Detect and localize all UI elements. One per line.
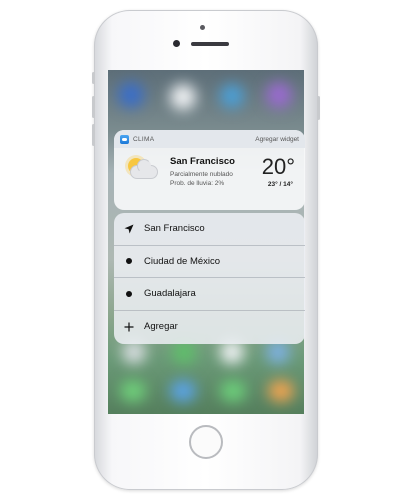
weather-summary: San Francisco Parcialmente nublado Prob.…: [114, 148, 305, 210]
current-temperature: 20°: [261, 154, 295, 179]
menu-item-ciudad-de-mexico[interactable]: Ciudad de México: [114, 246, 305, 278]
rain-probability: Prob. de lluvia: 2%: [170, 180, 225, 187]
location-arrow-icon: [114, 224, 144, 234]
quick-actions-menu: San Francisco Ciudad de México Guadalaja…: [114, 213, 305, 344]
add-widget-button[interactable]: Agregar widget: [255, 136, 299, 143]
front-camera: [173, 40, 180, 47]
menu-item-san-francisco[interactable]: San Francisco: [114, 213, 305, 246]
menu-item-label: Ciudad de México: [144, 255, 221, 267]
blurred-dock-icon: [170, 380, 196, 402]
cloud-icon: [130, 159, 158, 179]
widget-app-name: CLIMA: [133, 135, 155, 143]
volume-up-button: [92, 96, 95, 118]
weather-app-icon: [120, 134, 129, 144]
temperature-range: 23° / 14°: [267, 181, 293, 188]
menu-item-agregar[interactable]: Agregar: [114, 311, 305, 344]
mute-switch: [92, 72, 95, 84]
widget-app-title: CLIMA: [120, 134, 155, 144]
dot-icon: [114, 290, 144, 297]
blurred-dock-icon: [120, 380, 146, 402]
volume-down-button: [92, 124, 95, 146]
menu-item-label: Guadalajara: [144, 288, 196, 300]
weather-widget[interactable]: CLIMA Agregar widget San Francisco Parci…: [114, 130, 305, 210]
blurred-dock-icon: [220, 380, 246, 402]
home-button[interactable]: [189, 425, 223, 459]
proximity-sensor: [200, 25, 205, 30]
weather-condition: Parcialmente nublado: [170, 171, 233, 178]
weather-city: San Francisco: [170, 156, 235, 167]
dot-icon: [114, 258, 144, 265]
blurred-app-icon: [118, 82, 144, 108]
power-button: [317, 96, 320, 120]
blurred-app-icon: [266, 82, 292, 108]
menu-item-label: San Francisco: [144, 223, 205, 235]
earpiece-speaker: [191, 42, 229, 46]
weather-details: Parcialmente nublado Prob. de lluvia: 2%: [170, 170, 233, 188]
menu-item-label: Agregar: [144, 321, 178, 333]
widget-header: CLIMA Agregar widget: [114, 130, 305, 148]
blurred-dock-icon: [268, 380, 294, 402]
blurred-app-icon: [170, 84, 196, 110]
plus-icon: [114, 322, 144, 332]
menu-item-guadalajara[interactable]: Guadalajara: [114, 278, 305, 311]
blurred-app-icon: [220, 84, 244, 108]
